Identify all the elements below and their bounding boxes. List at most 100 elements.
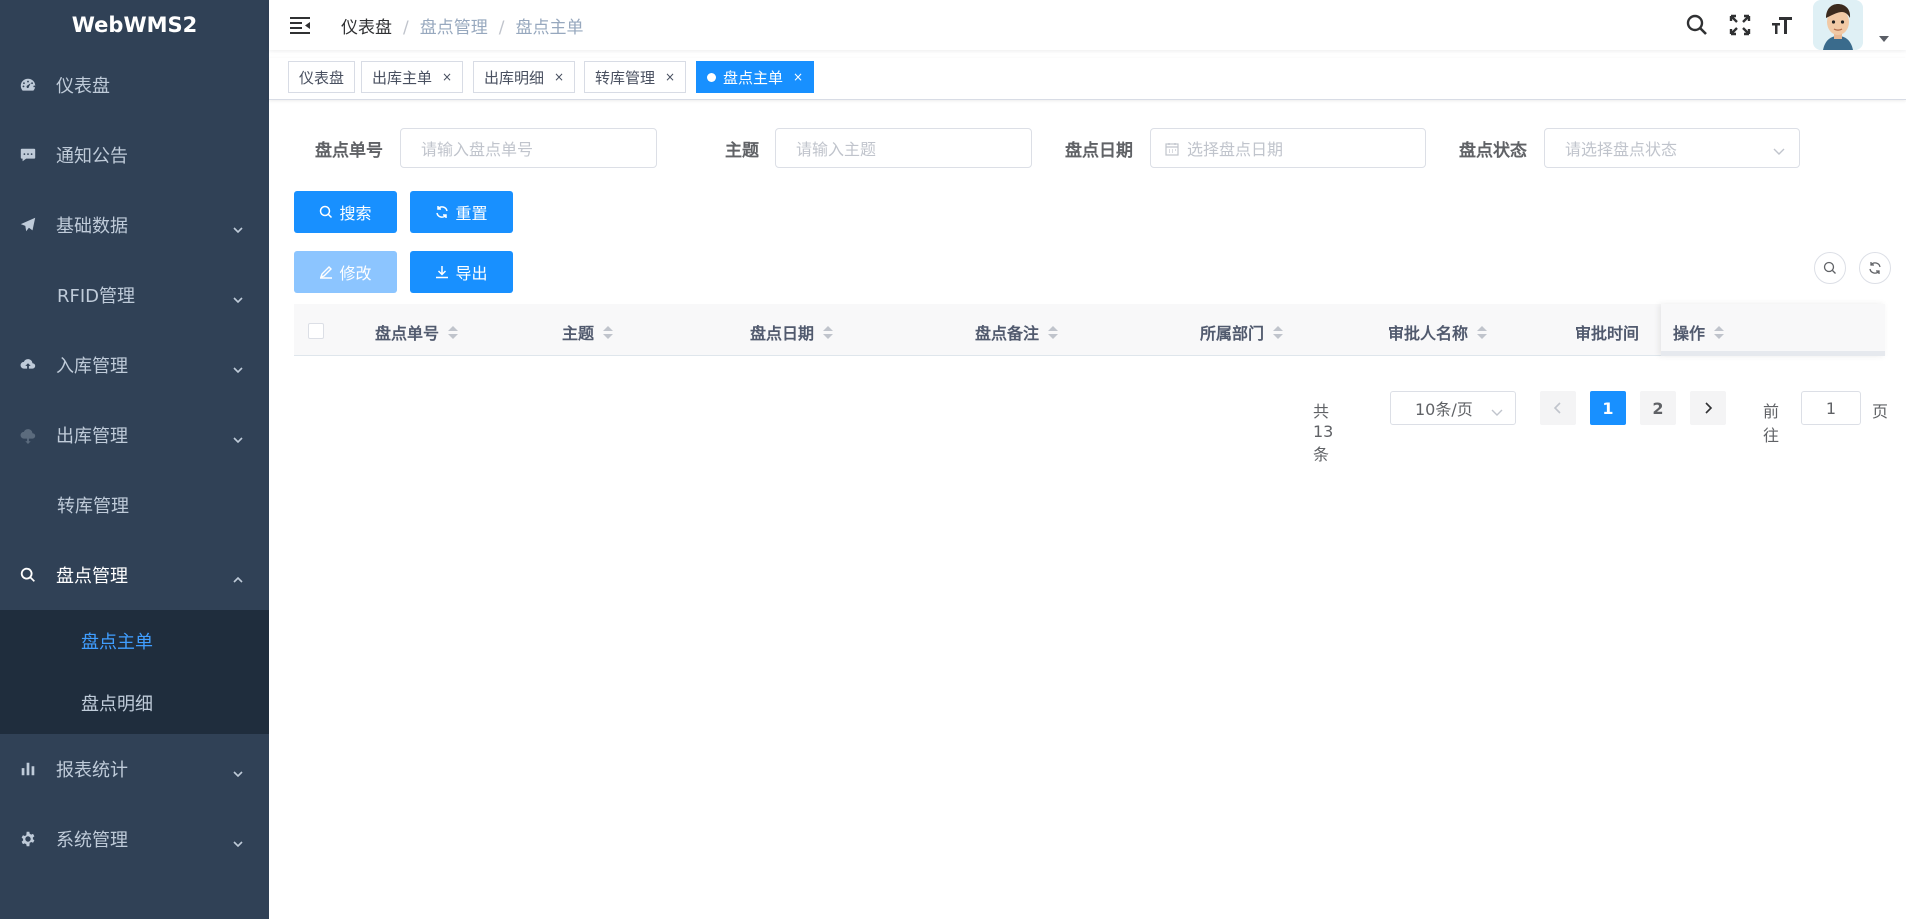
order-no-label: 盘点单号 <box>315 141 383 161</box>
tag-outbound-master[interactable]: 出库主单 × <box>361 61 464 93</box>
sort-icon[interactable] <box>1048 325 1059 339</box>
button-label: 修改 <box>339 264 372 283</box>
toggle-search-button[interactable] <box>1814 252 1846 284</box>
chevron-left-icon <box>1553 402 1561 414</box>
edit-button[interactable]: 修改 <box>294 251 397 293</box>
column-header-subject[interactable]: 主题 <box>562 320 614 344</box>
placeholder: 请选择盘点状态 <box>1565 140 1678 159</box>
main-content: 盘点单号 请输入盘点单号 主题 请输入主题 盘点日期 选择盘点日期 盘点状态 请… <box>269 100 1906 919</box>
breadcrumb-separator: / <box>403 18 409 38</box>
close-icon[interactable]: × <box>665 70 675 84</box>
column-label: 盘点日期 <box>750 324 815 343</box>
status-label: 盘点状态 <box>1459 141 1527 161</box>
sort-icon[interactable] <box>1714 325 1725 339</box>
column-label: 盘点备注 <box>975 324 1040 343</box>
column-header-order-no[interactable]: 盘点单号 <box>375 320 459 344</box>
tag-transfer[interactable]: 转库管理 × <box>584 61 687 93</box>
font-size-icon[interactable] <box>1770 13 1794 37</box>
subject-label: 主题 <box>725 141 759 161</box>
breadcrumb: 仪表盘 / 盘点管理 / 盘点主单 <box>341 13 583 38</box>
chevron-down-icon <box>233 289 243 304</box>
caret-down-icon[interactable] <box>1879 36 1889 42</box>
search-button[interactable]: 搜索 <box>294 191 397 233</box>
page-size-select[interactable]: 10条/页 <box>1390 391 1516 425</box>
column-header-approval-time[interactable]: 审批时间 <box>1575 320 1639 344</box>
fullscreen-icon[interactable] <box>1728 13 1752 37</box>
column-header-operation[interactable]: 操作 <box>1673 320 1725 344</box>
breadcrumb-item[interactable]: 仪表盘 <box>341 18 392 38</box>
tag-label: 出库明细 <box>484 68 545 87</box>
column-header-approver[interactable]: 审批人名称 <box>1388 320 1488 344</box>
sidebar-item-label: RFID管理 <box>57 286 136 307</box>
reset-button[interactable]: 重置 <box>410 191 513 233</box>
tag-outbound-detail[interactable]: 出库明细 × <box>473 61 576 93</box>
select-all-checkbox[interactable] <box>308 323 324 339</box>
calendar-icon <box>1165 141 1179 156</box>
sort-icon[interactable] <box>448 325 459 339</box>
prev-page-button[interactable] <box>1540 391 1576 425</box>
avatar[interactable] <box>1813 0 1863 50</box>
column-header-department[interactable]: 所属部门 <box>1200 320 1284 344</box>
placeholder: 请输入盘点单号 <box>421 140 534 159</box>
sidebar-item-outbound[interactable]: 出库管理 <box>0 400 269 470</box>
sidebar-item-notice[interactable]: 通知公告 <box>0 120 269 190</box>
page-button-1[interactable]: 1 <box>1590 391 1626 425</box>
hamburger-icon[interactable] <box>289 15 311 35</box>
date-label: 盘点日期 <box>1065 141 1133 161</box>
sort-icon[interactable] <box>823 325 834 339</box>
refresh-icon <box>436 206 449 218</box>
sidebar-item-transfer[interactable]: 转库管理 <box>0 470 269 540</box>
refresh-icon <box>1869 262 1881 274</box>
next-page-button[interactable] <box>1690 391 1726 425</box>
export-button[interactable]: 导出 <box>410 251 513 293</box>
placeholder: 选择盘点日期 <box>1187 140 1284 159</box>
search-icon <box>18 565 38 585</box>
order-no-input[interactable]: 请输入盘点单号 <box>400 128 657 168</box>
sidebar-item-label: 入库管理 <box>56 356 128 377</box>
chevron-right-icon <box>1705 402 1713 414</box>
column-label: 操作 <box>1673 324 1706 343</box>
submenu-item-stocktake-master[interactable]: 盘点主单 <box>0 610 269 672</box>
sidebar-item-label: 转库管理 <box>57 496 129 517</box>
column-label: 审批时间 <box>1575 324 1640 343</box>
chevron-down-icon <box>233 833 243 848</box>
column-header-date[interactable]: 盘点日期 <box>750 320 834 344</box>
sidebar-item-system[interactable]: 系统管理 <box>0 804 269 874</box>
tag-label: 盘点主单 <box>723 68 784 87</box>
subject-input[interactable]: 请输入主题 <box>775 128 1032 168</box>
refresh-table-button[interactable] <box>1859 252 1891 284</box>
sort-icon[interactable] <box>603 325 614 339</box>
sort-icon[interactable] <box>1273 325 1284 339</box>
tag-stocktake-master[interactable]: 盘点主单 × <box>696 61 815 93</box>
sidebar-item-label: 系统管理 <box>56 830 128 851</box>
download-icon <box>436 266 449 279</box>
goto-page-input[interactable]: 1 <box>1801 391 1861 425</box>
app-logo: WebWMS2 <box>71 13 198 37</box>
sidebar-item-basic-data[interactable]: 基础数据 <box>0 190 269 260</box>
tags-view: 仪表盘 出库主单 × 出库明细 × 转库管理 × 盘点主单 × <box>269 58 1906 100</box>
chevron-down-icon <box>1491 403 1503 416</box>
breadcrumb-item: 盘点主单 <box>515 18 584 38</box>
date-picker-input[interactable]: 选择盘点日期 <box>1150 128 1426 168</box>
sort-icon[interactable] <box>1477 325 1488 339</box>
navbar: 仪表盘 / 盘点管理 / 盘点主单 <box>269 0 1906 50</box>
search-icon[interactable] <box>1685 13 1709 37</box>
sidebar-item-label: 盘点管理 <box>56 566 128 587</box>
page-button-2[interactable]: 2 <box>1640 391 1676 425</box>
close-icon[interactable]: × <box>442 70 452 84</box>
close-icon[interactable]: × <box>793 70 803 84</box>
submenu-item-stocktake-detail[interactable]: 盘点明细 <box>0 672 269 734</box>
sidebar-item-rfid[interactable]: RFID管理 <box>0 260 269 330</box>
cloud-download-icon <box>18 425 38 445</box>
status-select[interactable]: 请选择盘点状态 <box>1544 128 1800 168</box>
placeholder: 请输入主题 <box>796 140 877 159</box>
sidebar-item-reports[interactable]: 报表统计 <box>0 734 269 804</box>
edit-icon <box>320 266 333 279</box>
sidebar-item-dashboard[interactable]: 仪表盘 <box>0 50 269 120</box>
gear-icon <box>18 829 38 849</box>
close-icon[interactable]: × <box>554 70 564 84</box>
tag-dashboard[interactable]: 仪表盘 <box>288 61 356 93</box>
sidebar-item-inbound[interactable]: 入库管理 <box>0 330 269 400</box>
column-header-remark[interactable]: 盘点备注 <box>975 320 1059 344</box>
sidebar-item-stocktake[interactable]: 盘点管理 <box>0 540 269 610</box>
